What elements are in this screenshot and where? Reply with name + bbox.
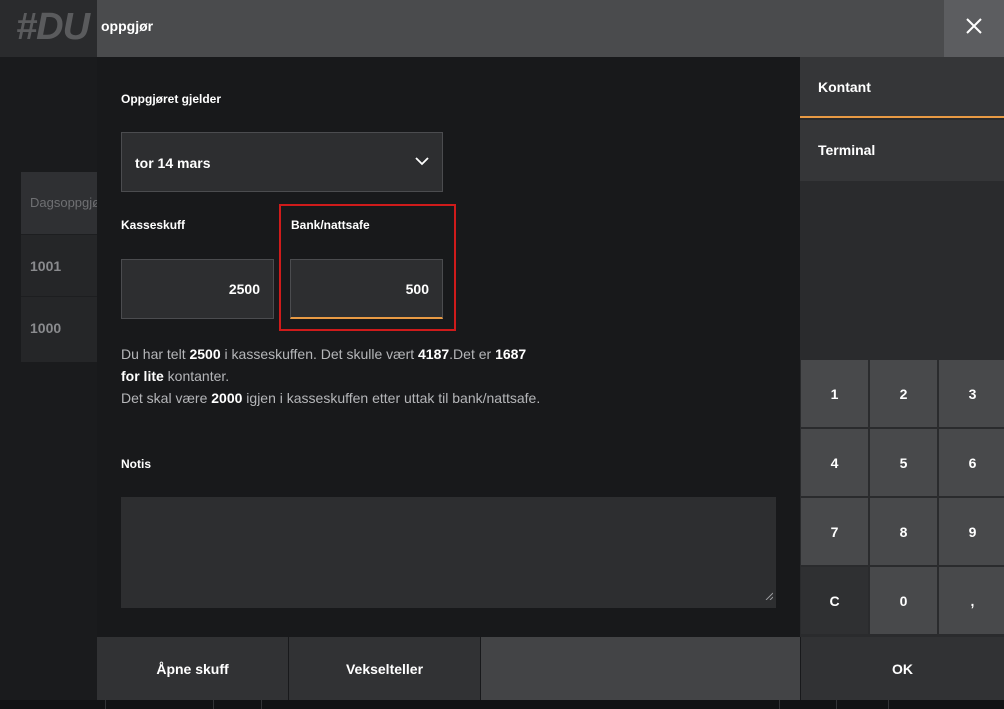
expected-amount: 4187 [418,346,450,362]
summary-text: igjen i kasseskuffen etter uttak til ban… [242,390,541,406]
keypad-key-comma[interactable]: , [939,567,1004,634]
footer-divider [213,700,214,709]
change-counter-button[interactable]: Vekselteller [289,637,480,700]
dialog-titlebar: oppgjør [97,0,944,57]
date-select-value: tor 14 mars [135,155,211,171]
difference-status: for lite [121,368,164,384]
dialog-content: Oppgjøret gjelder tor 14 mars Kasseskuff… [97,57,800,637]
table-header: Dagsoppgjør [21,172,101,234]
footer-divider [261,700,262,709]
ok-button[interactable]: OK [801,637,1004,700]
counted-amount: 2500 [189,346,221,362]
chevron-down-icon [414,153,430,174]
keypad-key-clear[interactable]: C [801,567,868,634]
action-bar-spacer [481,637,800,700]
tab-terminal[interactable]: Terminal [800,120,1004,181]
summary-text: i kasseskuffen. Det skulle vært [220,346,419,362]
date-label: Oppgjøret gjelder [121,92,222,106]
keypad-key-3[interactable]: 3 [939,360,1004,427]
keypad-key-4[interactable]: 4 [801,429,868,496]
notes-textarea[interactable] [121,497,776,608]
table-row[interactable]: 1001 [21,234,101,296]
keypad-key-0[interactable]: 0 [870,567,937,634]
open-drawer-button[interactable]: Åpne skuff [97,637,288,700]
footer-divider [779,700,780,709]
highlight-box [279,204,456,331]
close-button[interactable] [944,0,1004,57]
settlement-dialog: oppgjør Oppgjøret gjelder tor 14 mars Ka… [97,0,1004,700]
app-logo: #DU [16,6,90,48]
resize-grip-icon[interactable] [765,587,774,605]
cash-drawer-label: Kasseskuff [121,218,186,232]
settlement-summary: Du har telt 2500 i kasseskuffen. Det sku… [121,343,561,409]
app-footer [0,700,1004,709]
cash-drawer-input[interactable]: 2500 [121,259,274,319]
table-row[interactable]: 1000 [21,296,101,358]
tab-cash[interactable]: Kontant [800,57,1004,118]
summary-text: kontanter. [163,368,230,384]
keypad-key-1[interactable]: 1 [801,360,868,427]
summary-text: Det skal være [121,390,212,406]
keypad-key-2[interactable]: 2 [870,360,937,427]
difference-amount: 1687 [495,346,527,362]
close-icon [966,18,982,39]
remaining-amount: 2000 [211,390,243,406]
summary-text: .Det er [449,346,496,362]
keypad-key-6[interactable]: 6 [939,429,1004,496]
cash-drawer-value: 2500 [228,281,260,297]
settlement-table: Dagsoppgjør 1001 1000 [21,172,101,362]
date-select[interactable]: tor 14 mars [121,132,443,192]
dialog-title: oppgjør [101,18,154,34]
keypad-key-7[interactable]: 7 [801,498,868,565]
payment-panel: Kontant Terminal 1 2 3 4 5 6 7 8 9 C 0 , [800,57,1004,637]
keypad-key-9[interactable]: 9 [939,498,1004,565]
footer-divider [836,700,837,709]
footer-divider [105,700,106,709]
keypad-key-8[interactable]: 8 [870,498,937,565]
footer-divider [888,700,889,709]
keypad-key-5[interactable]: 5 [870,429,937,496]
notes-label: Notis [121,457,151,471]
summary-text: Du har telt [121,346,190,362]
